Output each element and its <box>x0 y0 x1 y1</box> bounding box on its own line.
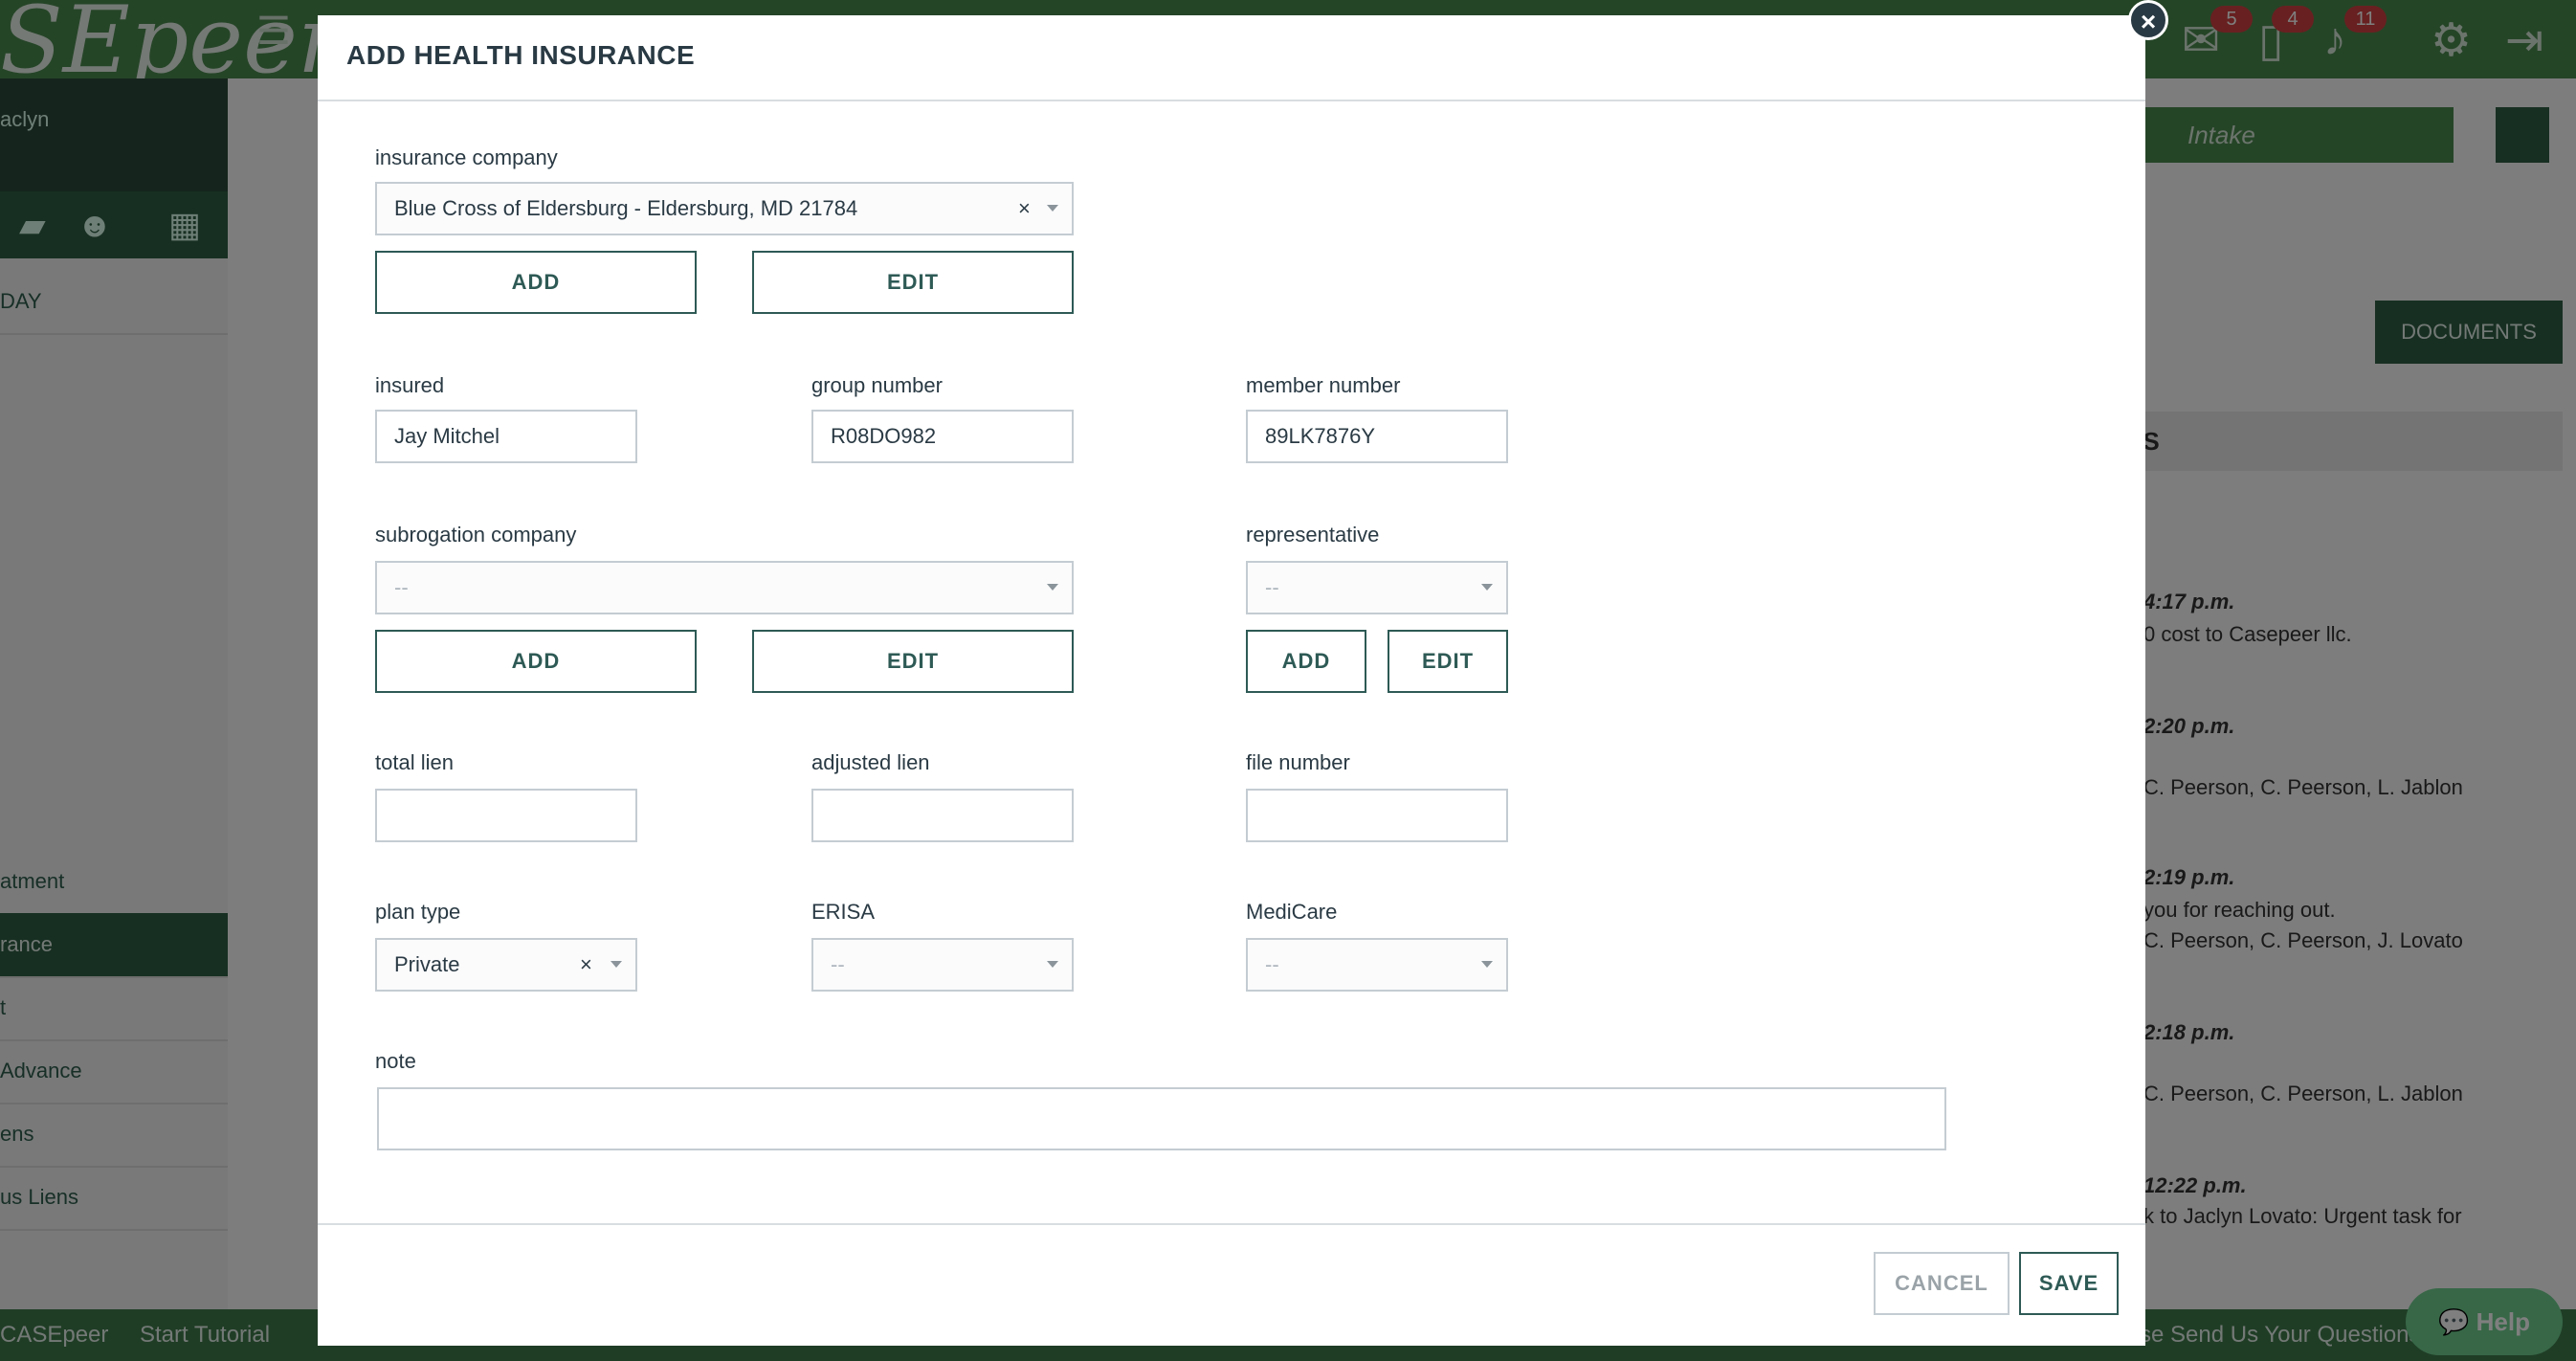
insurance-company-label: insurance company <box>375 145 558 169</box>
chevron-down-icon <box>1047 961 1058 968</box>
note-label: note <box>375 1049 416 1073</box>
clear-icon[interactable]: × <box>580 940 592 990</box>
file-number-field[interactable] <box>1246 789 1508 842</box>
file-number-label: file number <box>1246 750 1350 774</box>
medicare-select[interactable]: -- <box>1246 938 1508 992</box>
chevron-down-icon <box>1481 584 1493 591</box>
modal-title: ADD HEALTH INSURANCE <box>346 40 696 70</box>
erisa-label: ERISA <box>811 900 876 924</box>
add-insurance-company-button[interactable]: ADD <box>375 251 697 314</box>
member-number-field[interactable]: 89LK7876Y <box>1246 410 1508 463</box>
representative-label: representative <box>1246 523 1380 547</box>
close-icon[interactable]: × <box>2128 0 2168 40</box>
add-health-insurance-modal: ADD HEALTH INSURANCE insurance company B… <box>318 15 2145 1346</box>
adjusted-lien-field[interactable] <box>811 789 1074 842</box>
plan-type-label: plan type <box>375 900 461 924</box>
chevron-down-icon <box>1481 961 1493 968</box>
insurance-company-select[interactable]: Blue Cross of Eldersburg - Eldersburg, M… <box>375 182 1074 235</box>
medicare-label: MediCare <box>1246 900 1338 924</box>
save-button[interactable]: SAVE <box>2019 1252 2119 1315</box>
insured-label: insured <box>375 373 445 397</box>
cancel-button[interactable]: CANCEL <box>1874 1252 2010 1315</box>
edit-subrogation-company-button[interactable]: EDIT <box>752 630 1074 693</box>
modal-header: ADD HEALTH INSURANCE <box>318 15 2145 101</box>
total-lien-field[interactable] <box>375 789 637 842</box>
member-number-label: member number <box>1246 373 1401 397</box>
group-number-label: group number <box>811 373 943 397</box>
chevron-down-icon <box>611 961 622 968</box>
clear-icon[interactable]: × <box>1018 184 1031 234</box>
edit-insurance-company-button[interactable]: EDIT <box>752 251 1074 314</box>
insured-field[interactable]: Jay Mitchel <box>375 410 637 463</box>
add-representative-button[interactable]: ADD <box>1246 630 1366 693</box>
add-subrogation-company-button[interactable]: ADD <box>375 630 697 693</box>
subrogation-company-label: subrogation company <box>375 523 577 547</box>
adjusted-lien-label: adjusted lien <box>811 750 930 774</box>
erisa-select[interactable]: -- <box>811 938 1074 992</box>
edit-representative-button[interactable]: EDIT <box>1388 630 1508 693</box>
subrogation-company-select[interactable]: -- <box>375 561 1074 614</box>
note-field[interactable] <box>377 1087 1946 1150</box>
chevron-down-icon <box>1047 584 1058 591</box>
chevron-down-icon <box>1047 205 1058 212</box>
representative-select[interactable]: -- <box>1246 561 1508 614</box>
group-number-field[interactable]: R08DO982 <box>811 410 1074 463</box>
modal-footer <box>318 1223 2145 1348</box>
total-lien-label: total lien <box>375 750 454 774</box>
plan-type-select[interactable]: Private × <box>375 938 637 992</box>
